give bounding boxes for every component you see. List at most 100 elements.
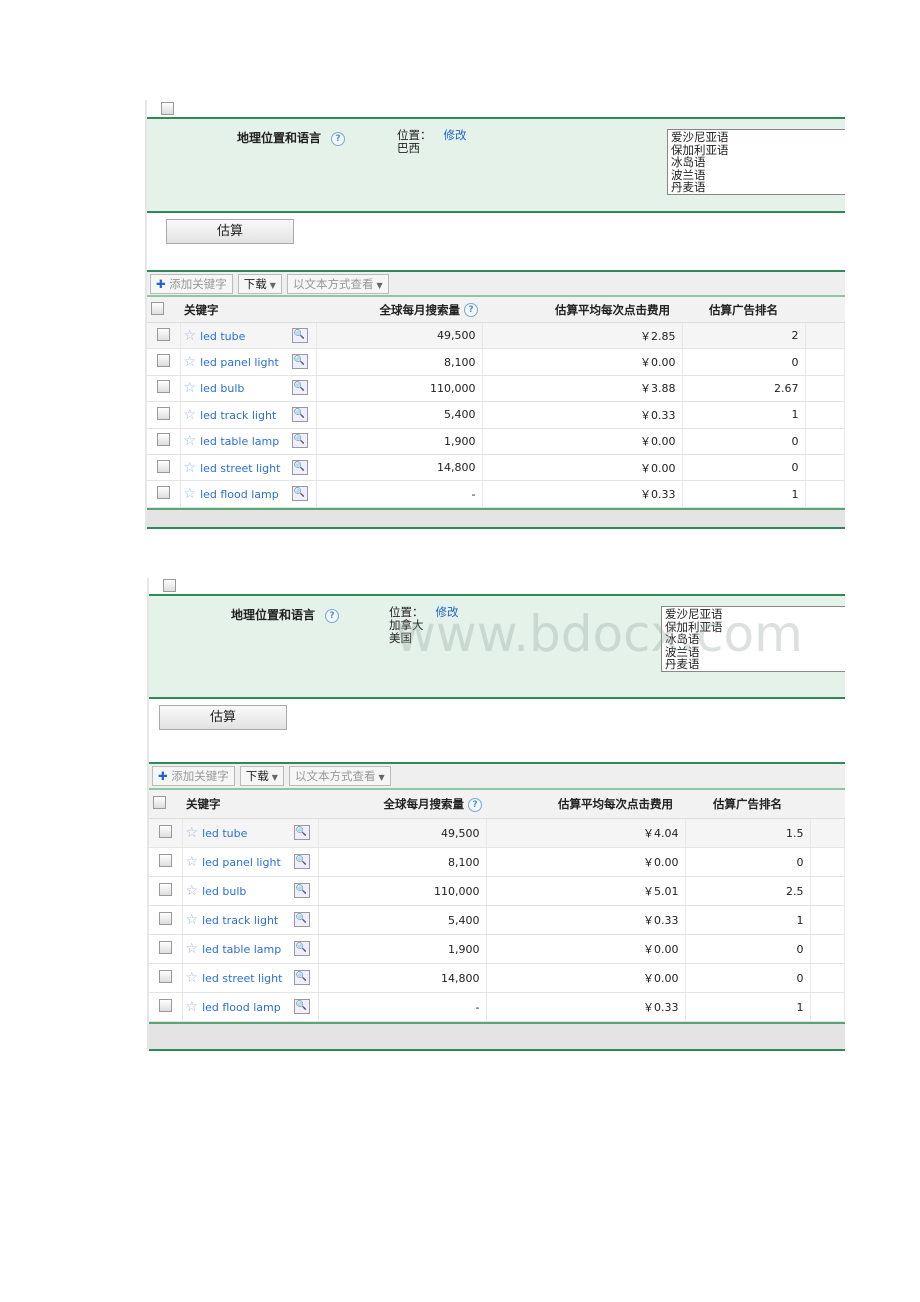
star-icon[interactable]: ☆ (184, 354, 197, 370)
language-option[interactable]: 丹麦语 (671, 181, 842, 194)
edit-location-link[interactable]: 修改 (436, 605, 459, 619)
row-checkbox[interactable] (156, 459, 170, 473)
table-row: ☆ led track light 🔍 5,400 ￥0.33 1 (147, 401, 845, 429)
language-option[interactable]: 爱沙尼亚语 (671, 131, 842, 144)
col-keyword[interactable]: 关键字 (182, 790, 318, 819)
magnifier-icon[interactable]: 🔍 (291, 406, 308, 422)
rank-cell: 0 (682, 454, 806, 482)
magnifier-icon[interactable]: 🔍 (291, 380, 308, 396)
keyword-link[interactable]: led table lamp (202, 943, 281, 956)
row-checkbox[interactable] (156, 380, 170, 394)
keyword-link[interactable]: led tube (202, 827, 247, 840)
star-icon[interactable]: ☆ (184, 328, 197, 344)
estimate-button[interactable]: 估算 (166, 219, 294, 244)
download-dropdown[interactable]: 下载 ▼ (239, 766, 284, 786)
magnifier-icon[interactable]: 🔍 (291, 486, 308, 502)
volume-cell: 1,900 (318, 934, 487, 964)
keyword-link[interactable]: led flood lamp (200, 488, 279, 501)
star-icon[interactable]: ☆ (186, 883, 199, 899)
keyword-link[interactable]: led tube (200, 330, 245, 343)
language-option[interactable]: 冰岛语 (671, 156, 842, 169)
star-icon[interactable]: ☆ (184, 460, 197, 476)
magnifier-icon[interactable]: 🔍 (293, 912, 310, 927)
keyword-link[interactable]: led street light (202, 972, 282, 985)
star-icon[interactable]: ☆ (184, 407, 197, 423)
col-rank[interactable]: 估算广告排名 (682, 297, 805, 323)
edit-location-link[interactable]: 修改 (444, 128, 467, 142)
row-checkbox[interactable] (158, 999, 172, 1012)
keyword-link[interactable]: led panel light (200, 356, 279, 369)
keyword-link[interactable]: led panel light (202, 856, 281, 869)
star-icon[interactable]: ☆ (186, 999, 199, 1015)
row-checkbox[interactable] (156, 486, 170, 500)
magnifier-icon[interactable]: 🔍 (293, 941, 310, 956)
magnifier-icon[interactable]: 🔍 (293, 999, 310, 1014)
view-as-text-dropdown[interactable]: 以文本方式查看 ▼ (286, 273, 389, 294)
star-icon[interactable]: ☆ (186, 825, 199, 841)
keyword-link[interactable]: led track light (202, 914, 278, 927)
col-cpc[interactable]: 估算平均每次点击费用 (486, 790, 685, 819)
row-checkbox[interactable] (158, 854, 172, 867)
col-volume[interactable]: 全球每月搜索量? (318, 790, 486, 819)
help-icon[interactable]: ? (468, 797, 482, 812)
language-option[interactable]: 爱沙尼亚语 (665, 608, 842, 621)
magnifier-icon[interactable]: 🔍 (291, 433, 308, 449)
star-icon[interactable]: ☆ (184, 486, 197, 502)
magnifier-icon[interactable]: 🔍 (291, 327, 308, 343)
select-all-checkbox[interactable] (153, 796, 166, 809)
table-footer (149, 1022, 845, 1051)
star-icon[interactable]: ☆ (186, 941, 199, 957)
keyword-link[interactable]: led bulb (202, 885, 246, 898)
row-checkbox[interactable] (158, 970, 172, 983)
row-checkbox[interactable] (158, 825, 172, 838)
language-option[interactable]: 冰岛语 (665, 633, 842, 646)
magnifier-icon[interactable]: 🔍 (291, 354, 308, 370)
add-keyword-button[interactable]: ✚ 添加关键字 (152, 766, 235, 786)
row-checkbox[interactable] (156, 406, 170, 420)
row-checkbox[interactable] (158, 912, 172, 925)
magnifier-icon[interactable]: 🔍 (293, 970, 310, 985)
language-listbox[interactable]: 爱沙尼亚语 保加利亚语 冰岛语 波兰语 丹麦语 (667, 129, 845, 195)
add-keyword-button[interactable]: ✚ 添加关键字 (150, 273, 233, 294)
cpc-cell: ￥0.33 (486, 905, 686, 935)
magnifier-icon[interactable]: 🔍 (291, 459, 308, 475)
keyword-link[interactable]: led track light (200, 409, 276, 422)
download-dropdown[interactable]: 下载 ▼ (237, 273, 282, 294)
row-checkbox[interactable] (156, 327, 170, 341)
magnifier-icon[interactable]: 🔍 (293, 825, 310, 840)
estimate-button[interactable]: 估算 (159, 705, 287, 730)
star-icon[interactable]: ☆ (184, 433, 197, 449)
col-volume[interactable]: 全球每月搜索量? (316, 297, 482, 323)
magnifier-icon[interactable]: 🔍 (293, 854, 310, 869)
help-icon[interactable]: ? (464, 303, 478, 317)
keyword-link[interactable]: led table lamp (200, 435, 279, 448)
view-as-text-dropdown[interactable]: 以文本方式查看 ▼ (288, 766, 391, 786)
help-icon[interactable]: ? (325, 608, 340, 623)
star-icon[interactable]: ☆ (186, 912, 199, 928)
row-checkbox[interactable] (158, 883, 172, 896)
row-checkbox[interactable] (156, 354, 170, 368)
col-cpc[interactable]: 估算平均每次点击费用 (482, 297, 682, 323)
location-value: 美国 (389, 631, 412, 645)
keyword-link[interactable]: led flood lamp (202, 1001, 281, 1014)
keyword-link[interactable]: led bulb (200, 382, 244, 395)
help-icon[interactable]: ? (331, 131, 346, 146)
language-option[interactable]: 丹麦语 (665, 658, 842, 671)
section-toggle[interactable] (161, 102, 174, 115)
cpc-cell: ￥3.88 (482, 375, 683, 403)
col-rank[interactable]: 估算广告排名 (685, 790, 810, 819)
language-listbox[interactable]: 爱沙尼亚语 保加利亚语 冰岛语 波兰语 丹麦语 (661, 606, 845, 672)
row-checkbox[interactable] (156, 433, 170, 447)
magnifier-icon[interactable]: 🔍 (293, 883, 310, 898)
table-row: ☆ led flood lamp 🔍 - ￥0.33 1 (147, 480, 845, 508)
row-checkbox[interactable] (158, 941, 172, 954)
keyword-link[interactable]: led street light (200, 462, 280, 475)
star-icon[interactable]: ☆ (186, 970, 199, 986)
star-icon[interactable]: ☆ (186, 854, 199, 870)
location-label: 位置： (389, 605, 424, 619)
table-row: ☆ led street light 🔍 14,800 ￥0.00 0 (147, 454, 845, 482)
star-icon[interactable]: ☆ (184, 380, 197, 396)
select-all-checkbox[interactable] (151, 301, 164, 315)
section-toggle[interactable] (163, 579, 176, 592)
col-keyword[interactable]: 关键字 (180, 297, 316, 323)
